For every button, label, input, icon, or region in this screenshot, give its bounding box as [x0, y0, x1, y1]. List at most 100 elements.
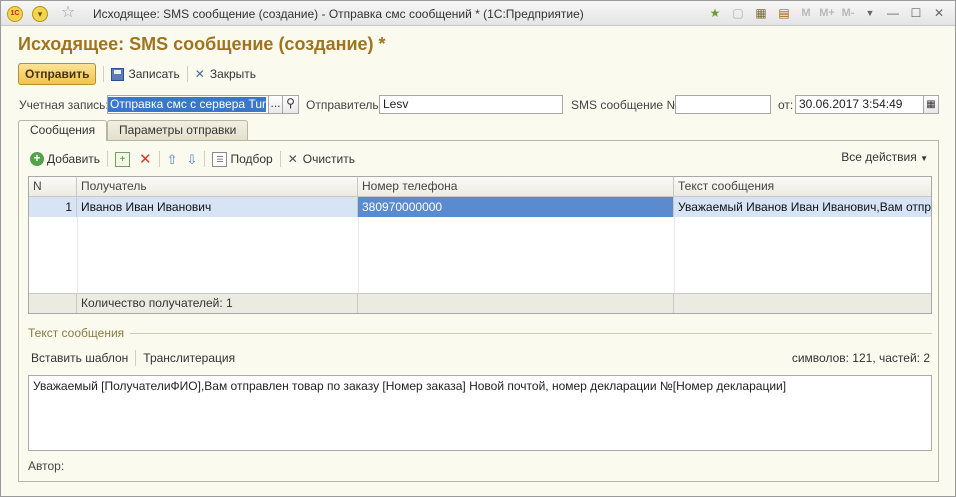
memory-minus-button[interactable]: M- [839, 4, 857, 22]
save-label: Записать [128, 67, 180, 81]
copy-icon: + [115, 151, 131, 167]
tab-send-params[interactable]: Параметры отправки [107, 120, 249, 140]
cell-recipient[interactable]: Иванов Иван Иванович [77, 197, 358, 217]
clear-button[interactable]: ✕ Очистить [288, 152, 355, 166]
cell-n[interactable]: 1 [29, 197, 77, 217]
title-bar: 1С ▾ ☆ Исходящее: SMS сообщение (создани… [1, 1, 955, 26]
footer-cell [674, 294, 931, 313]
toolbar-divider [103, 66, 105, 82]
add-button[interactable]: + Добавить [30, 152, 100, 166]
1c-logo-icon[interactable]: 1С [7, 6, 23, 22]
pick-label: Подбор [230, 152, 273, 166]
command-bar: Отправить Записать ✕ Закрыть [18, 63, 256, 85]
message-section-header: Текст сообщения [28, 326, 932, 340]
all-actions-label: Все действия [841, 150, 917, 164]
save-button[interactable]: Записать [111, 67, 180, 81]
calculator-icon[interactable]: ▦ [751, 4, 771, 22]
clear-label: Очистить [302, 152, 356, 166]
sender-label: Отправитель: [306, 98, 382, 112]
account-choose-button[interactable]: ... [268, 95, 283, 114]
column-header-phone[interactable]: Номер телефона [358, 177, 674, 196]
date-picker-button[interactable]: ▦ [923, 95, 939, 114]
toolbar-divider [204, 151, 206, 167]
column-header-recipient[interactable]: Получатель [77, 177, 358, 196]
table-header: N Получатель Номер телефона Текст сообще… [29, 177, 931, 197]
save-icon [111, 67, 125, 81]
section-divider [28, 333, 932, 334]
footer-cell [358, 294, 674, 313]
column-header-text[interactable]: Текст сообщения [674, 177, 931, 196]
toolbar-divider [186, 66, 188, 82]
account-value: Отправка смс с сервера Turbo [108, 97, 266, 112]
close-button[interactable]: ✕ Закрыть [195, 67, 256, 81]
author-label: Автор: [28, 459, 65, 473]
toolbar-divider [107, 151, 109, 167]
send-button[interactable]: Отправить [18, 63, 97, 85]
column-header-n[interactable]: N [29, 177, 77, 196]
message-section-title: Текст сообщения [28, 326, 131, 340]
pick-list-icon: ☰ [212, 151, 228, 167]
calendar-icon: ▦ [926, 99, 936, 110]
maximize-icon[interactable]: ☐ [906, 4, 926, 22]
move-up-button[interactable]: ⇧ [167, 152, 178, 167]
close-x-icon: ✕ [194, 67, 205, 81]
sms-number-label: SMS сообщение №: [571, 98, 683, 112]
date-field[interactable]: 30.06.2017 3:54:49 [795, 95, 924, 114]
cell-text[interactable]: Уважаемый Иванов Иван Иванович,Вам отпра… [674, 197, 931, 217]
calendar-icon[interactable]: ▤ [774, 4, 794, 22]
close-label: Закрыть [209, 67, 257, 81]
table-toolbar: + Добавить + ✕ ⇧ ⇩ ☰ Подбор ✕ Очистить [30, 150, 355, 168]
account-field[interactable]: Отправка смс с сервера Turbo [107, 95, 269, 114]
symbol-counter: символов: 121, частей: 2 [791, 351, 930, 365]
grid-line [77, 217, 78, 293]
delete-icon: ✕ [139, 150, 152, 168]
window-title: Исходящее: SMS сообщение (создание) - От… [93, 7, 584, 21]
title-bar-tools: ★ ▢ ▦ ▤ M M+ M- ▼ — ☐ ✕ [702, 4, 949, 22]
close-icon[interactable]: ✕ [929, 4, 949, 22]
tab-panel-messages: + Добавить + ✕ ⇧ ⇩ ☰ Подбор ✕ Очистить В… [18, 140, 939, 482]
chevron-down-icon: ▼ [920, 154, 928, 163]
grid-line [358, 217, 359, 293]
date-label: от: [778, 98, 794, 112]
sender-field[interactable]: Lesv [379, 95, 563, 114]
tab-messages[interactable]: Сообщения [18, 120, 108, 141]
app-window: 1С ▾ ☆ Исходящее: SMS сообщение (создани… [0, 0, 956, 497]
chevron-down-icon[interactable]: ▼ [860, 4, 880, 22]
add-icon: + [30, 152, 44, 166]
account-search-button[interactable]: ⚲ [282, 95, 299, 114]
move-down-button[interactable]: ⇩ [187, 152, 198, 167]
table-footer: Количество получателей: 1 [29, 293, 931, 313]
all-actions-menu[interactable]: Все действия ▼ [841, 150, 928, 164]
recipients-table: N Получатель Номер телефона Текст сообще… [28, 176, 932, 314]
toolbar-divider [158, 151, 160, 167]
page-title: Исходящее: SMS сообщение (создание) * [18, 34, 386, 54]
transliterate-button[interactable]: Транслитерация [143, 351, 235, 365]
toolbar-divider [279, 151, 281, 167]
link-icon[interactable]: ▢ [728, 4, 748, 22]
minimize-icon[interactable]: — [883, 4, 903, 22]
table-row[interactable]: 1 Иванов Иван Иванович 380970000000 Уваж… [29, 197, 931, 217]
message-text-field[interactable]: Уважаемый [ПолучателиФИО],Вам отправлен … [28, 375, 932, 451]
arrow-up-icon: ⇧ [166, 151, 178, 167]
copy-button[interactable]: + [115, 151, 131, 167]
sms-number-field[interactable] [675, 95, 771, 114]
arrow-down-icon: ⇩ [186, 151, 198, 167]
recipients-count: Количество получателей: 1 [77, 294, 358, 313]
message-toolbar: Вставить шаблон Транслитерация [31, 350, 235, 366]
search-icon: ⚲ [286, 96, 295, 110]
toolbar-divider [135, 350, 137, 366]
grid-line [674, 217, 675, 293]
clear-x-icon: ✕ [287, 152, 298, 166]
pick-button[interactable]: ☰ Подбор [212, 151, 273, 167]
add-label: Добавить [47, 152, 101, 166]
memory-plus-button[interactable]: M+ [818, 4, 836, 22]
delete-button[interactable]: ✕ [139, 152, 152, 167]
add-favorite-icon[interactable]: ★ [705, 4, 725, 22]
footer-cell [29, 294, 77, 313]
account-label: Учетная запись: [19, 98, 109, 112]
insert-template-button[interactable]: Вставить шаблон [31, 351, 128, 365]
memory-m-button[interactable]: M [797, 4, 815, 22]
favorite-star-icon[interactable]: ☆ [59, 4, 77, 22]
cell-phone[interactable]: 380970000000 [358, 197, 674, 217]
main-menu-icon[interactable]: ▾ [32, 6, 48, 22]
